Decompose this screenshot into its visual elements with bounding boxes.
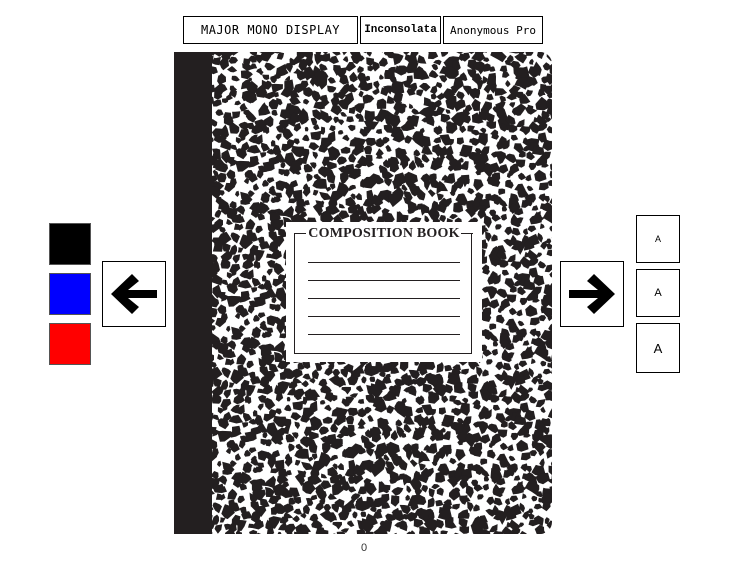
label-frame xyxy=(293,233,473,354)
book-label: COMPOSITION BOOK xyxy=(286,222,482,362)
book-spine xyxy=(174,52,212,534)
label-line xyxy=(308,298,460,299)
label-line xyxy=(308,316,460,317)
font-selector: MAJOR MONO DISPLAY Inconsolata Anonymous… xyxy=(183,16,545,44)
composition-book: COMPOSITION BOOK xyxy=(174,52,552,534)
arrow-right-icon xyxy=(569,274,615,314)
label-line xyxy=(308,262,460,263)
color-swatch-blue[interactable] xyxy=(49,273,91,315)
label-line xyxy=(308,334,460,335)
label-title: COMPOSITION BOOK xyxy=(308,226,460,241)
page-counter: 0 xyxy=(360,542,368,554)
font-tab-major-mono-display[interactable]: MAJOR MONO DISPLAY xyxy=(183,16,358,44)
font-tab-inconsolata[interactable]: Inconsolata xyxy=(360,16,441,44)
arrow-left-icon xyxy=(111,274,157,314)
next-button[interactable] xyxy=(560,261,624,327)
size-large-button[interactable]: A xyxy=(636,323,680,373)
color-swatch-red[interactable] xyxy=(49,323,91,365)
previous-button[interactable] xyxy=(102,261,166,327)
color-swatch-black[interactable] xyxy=(49,223,91,265)
label-line xyxy=(308,280,460,281)
font-tab-anonymous-pro[interactable]: Anonymous Pro xyxy=(443,16,543,44)
size-medium-button[interactable]: A xyxy=(636,269,680,317)
size-small-button[interactable]: A xyxy=(636,215,680,263)
